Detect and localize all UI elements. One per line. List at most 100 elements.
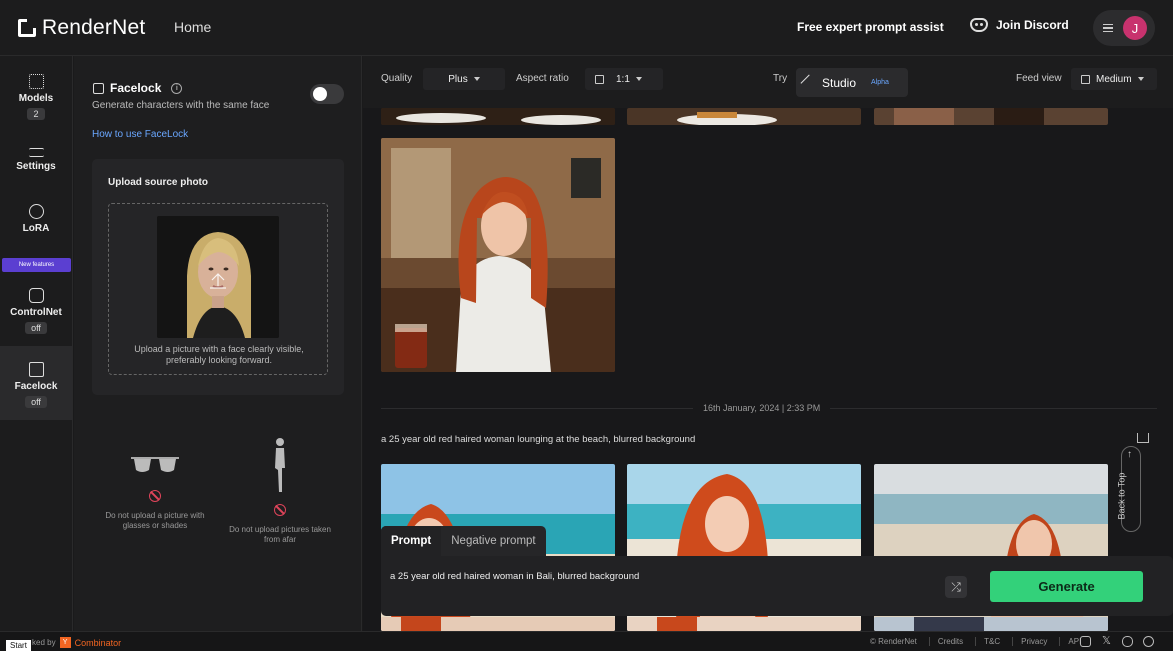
rail-item-settings[interactable]: Settings: [0, 148, 72, 172]
rail-item-models[interactable]: Models 2: [0, 74, 72, 120]
controlnet-icon: [28, 288, 44, 303]
prohibited-icon: [274, 504, 286, 516]
rule-text: Do not upload a picture with glasses or …: [105, 511, 205, 530]
shapes-icon: [28, 204, 44, 219]
toggle-knob: [313, 87, 327, 101]
generation-date: 16th January, 2024 | 2:33 PM: [693, 403, 831, 413]
rail-item-facelock[interactable]: Facelock off: [0, 346, 72, 420]
discord-icon[interactable]: [1122, 636, 1133, 647]
rail-item-label: Settings: [16, 161, 56, 172]
download-icon[interactable]: [1137, 433, 1149, 443]
prompt-input[interactable]: a 25 year old red haired woman in Bali, …: [390, 571, 639, 582]
alpha-badge: Alpha: [871, 79, 889, 86]
y-combinator-logo-icon: Y: [59, 637, 71, 648]
footer: Start ked by Y Combinator © RenderNet Cr…: [0, 631, 1173, 651]
generated-image[interactable]: [627, 617, 861, 631]
feed-view-value: Medium: [1096, 73, 1132, 85]
footer-links: © RenderNet Credits T&C Privacy API: [870, 637, 1081, 646]
magic-wand-icon: [800, 74, 818, 91]
aspect-ratio-select[interactable]: 1:1: [585, 68, 663, 90]
info-icon[interactable]: i: [171, 82, 183, 94]
tab-prompt[interactable]: Prompt: [381, 526, 442, 556]
chevron-down-icon: [1137, 77, 1144, 81]
logo[interactable]: RenderNet: [18, 16, 145, 40]
rail-item-label: ControlNet: [10, 307, 62, 318]
grid-icon: [28, 74, 44, 89]
prompt-assist-link[interactable]: Free expert prompt assist: [797, 20, 944, 34]
generation-toolbar: Quality Plus Aspect ratio 1:1 Try Studio…: [363, 56, 1173, 108]
credits-link[interactable]: Credits: [928, 637, 963, 646]
quality-label: Quality: [381, 73, 413, 84]
quality-value: Plus: [448, 73, 468, 85]
discord-icon: [970, 18, 988, 32]
terms-link[interactable]: T&C: [975, 637, 1000, 646]
reddit-icon[interactable]: [1143, 636, 1154, 647]
instagram-icon[interactable]: [1080, 636, 1091, 647]
user-menu[interactable]: J: [1093, 10, 1155, 46]
hamburger-menu-icon[interactable]: [1103, 24, 1113, 32]
models-count-badge: 2: [27, 108, 45, 120]
rail-item-controlnet[interactable]: ControlNet off: [0, 288, 72, 334]
rail-item-lora[interactable]: LoRA: [0, 204, 72, 234]
how-to-link[interactable]: How to use FaceLock: [92, 129, 188, 140]
generated-image[interactable]: [874, 108, 1108, 125]
main-feed: Quality Plus Aspect ratio 1:1 Try Studio…: [363, 56, 1173, 631]
generated-image[interactable]: [381, 108, 615, 125]
studio-label: Studio: [822, 75, 857, 90]
generated-image[interactable]: [381, 617, 615, 631]
face-icon: [93, 82, 104, 94]
back-to-top-button[interactable]: Back to Top: [1116, 446, 1141, 532]
try-label: Try: [773, 73, 788, 84]
prompt-composer: a 25 year old red haired woman in Bali, …: [381, 556, 1173, 616]
generate-button[interactable]: Generate: [990, 571, 1143, 602]
tab-negative-prompt[interactable]: Negative prompt: [441, 526, 545, 556]
join-discord-label: Join Discord: [996, 18, 1069, 32]
prohibited-icon: [149, 490, 161, 502]
backed-by-label: ked by: [32, 638, 56, 647]
rule-text: Do not upload pictures taken from afar: [229, 525, 331, 544]
copyright: © RenderNet: [870, 637, 917, 646]
aspect-ratio-value: 1:1: [616, 73, 630, 85]
facelock-panel: Facelock i Generate characters with the …: [74, 56, 362, 631]
generated-image[interactable]: [627, 108, 861, 125]
avatar[interactable]: J: [1123, 16, 1147, 40]
upload-dropzone[interactable]: Upload a picture with a face clearly vis…: [108, 203, 328, 375]
chevron-down-icon: [635, 77, 642, 81]
rail-item-label: Models: [18, 93, 54, 104]
back-to-top-label: Back to Top: [1116, 472, 1127, 520]
new-features-badge: New features: [2, 258, 71, 272]
generation-prompt: a 25 year old red haired woman lounging …: [381, 434, 696, 445]
quality-select[interactable]: Plus: [423, 68, 505, 90]
sliders-icon: [28, 148, 44, 157]
face-icon: [28, 362, 44, 377]
api-link[interactable]: API: [1059, 637, 1081, 646]
x-twitter-icon[interactable]: 𝕏: [1102, 636, 1113, 647]
feed-view-label: Feed view: [1016, 73, 1062, 84]
square-icon: [595, 74, 604, 84]
prompt-tabs: Prompt Negative prompt: [381, 526, 546, 556]
facelock-toggle[interactable]: [310, 84, 344, 104]
upload-card: Upload source photo Upload a picture wit…: [92, 159, 344, 395]
feed-view-select[interactable]: Medium: [1071, 68, 1157, 90]
aspect-ratio-label: Aspect ratio: [516, 73, 569, 84]
generated-image[interactable]: [874, 617, 1108, 631]
y-combinator-label: Combinator: [74, 637, 122, 648]
controlnet-status-badge: off: [25, 322, 47, 334]
backed-by: ked by Y Combinator: [32, 637, 121, 648]
privacy-link[interactable]: Privacy: [1012, 637, 1047, 646]
upload-hint: Upload a picture with a face clearly vis…: [134, 344, 304, 365]
shuffle-icon[interactable]: ⤮: [945, 576, 967, 598]
sunglasses-icon: [131, 457, 179, 472]
rail-item-label: Facelock: [14, 381, 58, 392]
left-rail: Models 2 Settings LoRA New features Cont…: [0, 56, 73, 631]
join-discord-button[interactable]: Join Discord: [970, 18, 1069, 32]
facelock-status-badge: off: [25, 396, 47, 408]
studio-button[interactable]: Studio Alpha: [796, 68, 908, 97]
generated-image[interactable]: [381, 138, 615, 372]
standing-person-icon: [275, 438, 285, 492]
home-link[interactable]: Home: [174, 19, 211, 35]
start-button[interactable]: Start: [6, 640, 31, 651]
facelock-title: Facelock: [110, 81, 162, 95]
square-icon: [1081, 74, 1090, 84]
source-photo: [157, 216, 279, 338]
